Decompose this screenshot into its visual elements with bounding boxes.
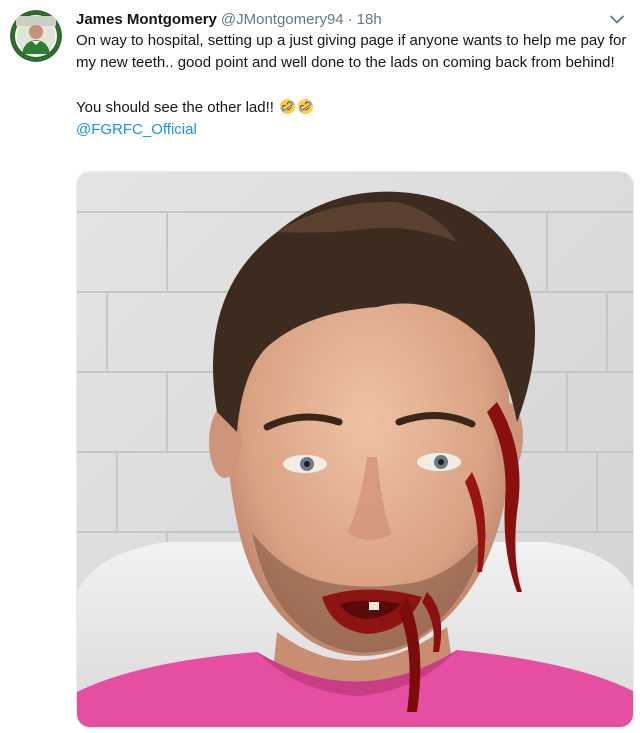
tweet-text: On way to hospital, setting up a just gi… <box>76 30 628 141</box>
author-display-name[interactable]: James Montgomery <box>76 11 217 28</box>
tweet-menu-button[interactable] <box>608 10 626 28</box>
chevron-down-icon <box>610 15 624 23</box>
rolling-on-floor-laughing-icon <box>297 98 314 114</box>
tweet-timestamp[interactable]: 18h <box>357 11 382 28</box>
rolling-on-floor-laughing-icon <box>279 98 296 114</box>
tweet-header: James Montgomery @JMontgomery94 · 18h <box>76 8 626 30</box>
mention-link[interactable]: @FGRFC_Official <box>76 121 197 138</box>
profile-photo-icon <box>10 10 62 62</box>
tweet-text-paragraph-1: On way to hospital, setting up a just gi… <box>76 32 627 72</box>
header-separator: · <box>347 10 353 28</box>
tweet-photo[interactable] <box>76 171 634 728</box>
tweet-text-paragraph-2: You should see the other lad!! <box>76 97 628 119</box>
author-avatar[interactable] <box>10 10 62 62</box>
photo-icon <box>77 172 633 727</box>
tweet-text-line-2: You should see the other lad!! <box>76 98 274 116</box>
author-handle[interactable]: @JMontgomery94 <box>221 11 344 28</box>
tweet[interactable]: James Montgomery @JMontgomery94 · 18h On… <box>0 0 640 733</box>
